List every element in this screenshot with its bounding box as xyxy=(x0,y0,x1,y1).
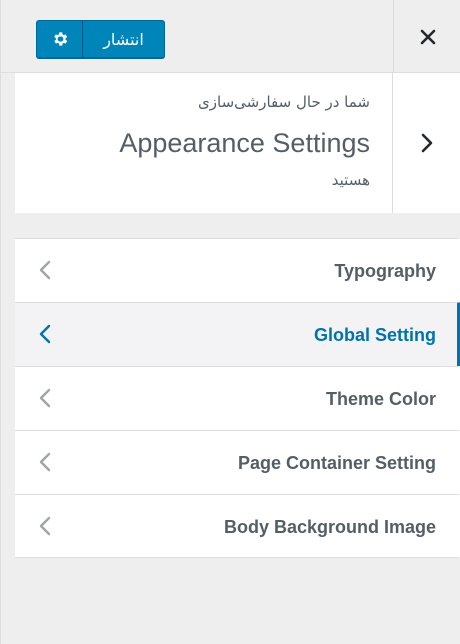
customizer-header: انتشار xyxy=(1,0,460,73)
publish-button[interactable]: انتشار xyxy=(83,20,165,58)
section-label: Typography xyxy=(334,261,436,281)
info-prefix: شما در حال سفارشی‌سازی xyxy=(198,93,370,111)
section-label: Body Background Image xyxy=(223,517,436,537)
customizer-panel: انتشار شما در حال سفارشی‌سازی Appearance… xyxy=(0,0,460,644)
section-typography[interactable]: Typography xyxy=(15,238,460,302)
customizer-info: شما در حال سفارشی‌سازی Appearance Settin… xyxy=(15,73,460,213)
section-page-container-setting[interactable]: Page Container Setting xyxy=(15,430,460,494)
close-icon xyxy=(420,29,435,44)
close-customizer-button[interactable] xyxy=(393,0,460,73)
sections-list: Typography Global Setting Theme Color Pa… xyxy=(15,238,460,558)
gear-icon xyxy=(53,32,67,46)
section-body-background-image[interactable]: Body Background Image xyxy=(15,494,460,558)
chevron-left-icon xyxy=(37,259,53,281)
publish-button-group: انتشار xyxy=(36,20,165,58)
back-button[interactable] xyxy=(392,73,460,213)
chevron-left-icon xyxy=(37,387,53,409)
chevron-left-icon xyxy=(37,451,53,473)
section-theme-color[interactable]: Theme Color xyxy=(15,366,460,430)
info-suffix: هستید xyxy=(331,171,370,189)
panel-title: Appearance Settings xyxy=(119,128,370,158)
chevron-left-icon xyxy=(37,515,53,537)
info-text-block: شما در حال سفارشی‌سازی Appearance Settin… xyxy=(15,73,392,213)
chevron-left-icon xyxy=(37,323,53,345)
section-global-setting[interactable]: Global Setting xyxy=(15,302,460,366)
section-label: Theme Color xyxy=(325,389,436,409)
chevron-right-icon xyxy=(421,133,433,153)
section-label: Global Setting xyxy=(313,325,436,345)
publish-settings-button[interactable] xyxy=(36,20,83,58)
section-label: Page Container Setting xyxy=(237,453,436,473)
